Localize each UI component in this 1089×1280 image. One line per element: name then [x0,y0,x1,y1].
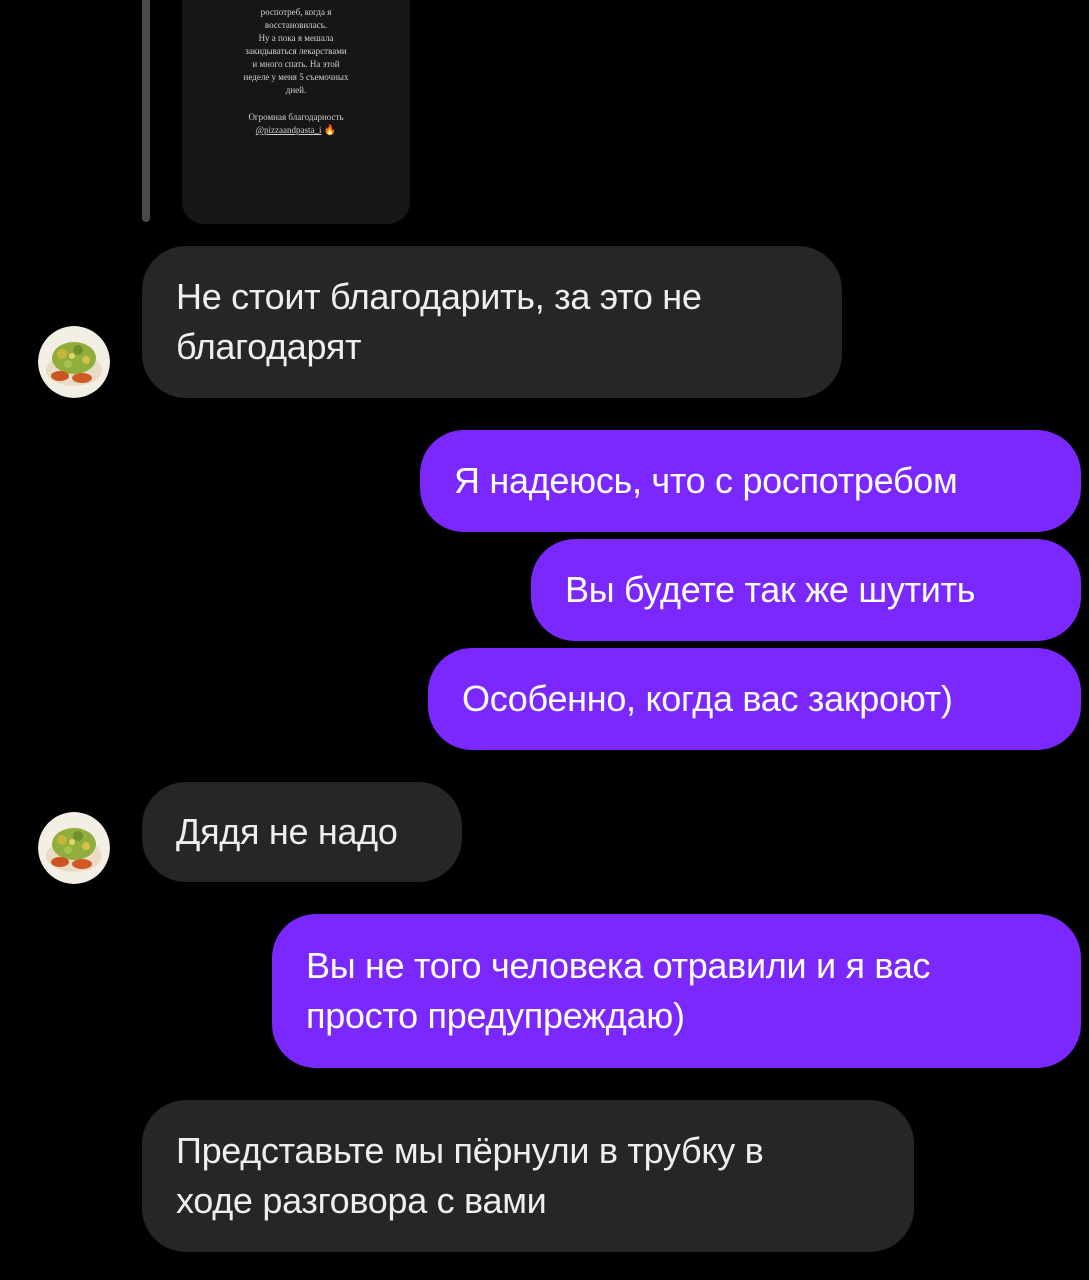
story-text-line: дней. [285,85,307,95]
story-text-line: роспотреб, когда я [260,7,332,17]
avatar-image [38,812,110,884]
message-bubble-incoming[interactable]: Дядя не надо [142,782,462,882]
food-plate-avatar-icon[interactable] [38,326,110,398]
story-reply-preview[interactable]: роспотреб, когда я восстановилась. Ну а … [182,0,410,224]
message-bubble-outgoing[interactable]: Вы не того человека отравили и я вас про… [272,914,1081,1068]
story-mention-line: @pizzaandpasta_i 🔥 [196,124,396,137]
message-line: просто предупреждаю) [306,995,685,1036]
message-line: Представьте мы пёрнули в трубку в [176,1130,764,1171]
message-bubble-outgoing[interactable]: Вы будете так же шутить [531,539,1081,641]
message-line: ходе разговора с вами [176,1180,547,1221]
fire-icon: 🔥 [323,125,337,136]
story-text-line: восстановилась. [264,20,328,30]
story-text-line: и много спать. На этой [252,59,340,69]
story-mention-link[interactable]: @pizzaandpasta_i [256,125,322,135]
message-line: Особенно, когда вас закроют) [462,678,953,719]
story-thanks-line: Огромная благодарность [248,112,344,122]
message-line: Я надеюсь, что с роспотребом [454,460,958,501]
message-bubble-incoming[interactable]: Представьте мы пёрнули в трубку в ходе р… [142,1100,914,1252]
message-bubble-outgoing[interactable]: Я надеюсь, что с роспотребом [420,430,1081,532]
story-text-line: закидываться лекарствами [245,46,347,56]
story-reply-indicator [142,0,150,222]
message-line: Вы будете так же шутить [565,569,976,610]
message-line: Вы не того человека отравили и я вас [306,945,931,986]
message-line: Дядя не надо [176,811,398,852]
story-spacer [196,97,396,111]
story-text-line: неделе у меня 5 съемочных [243,72,349,82]
food-plate-avatar-icon[interactable] [38,812,110,884]
message-line: Не стоит благодарить, за это не [176,276,702,317]
avatar-image [38,326,110,398]
message-bubble-outgoing[interactable]: Особенно, когда вас закроют) [428,648,1081,750]
message-bubble-incoming[interactable]: Не стоит благодарить, за это не благодар… [142,246,842,398]
message-line: благодарят [176,326,362,367]
story-text-line: Ну а пока я мешала [258,33,334,43]
